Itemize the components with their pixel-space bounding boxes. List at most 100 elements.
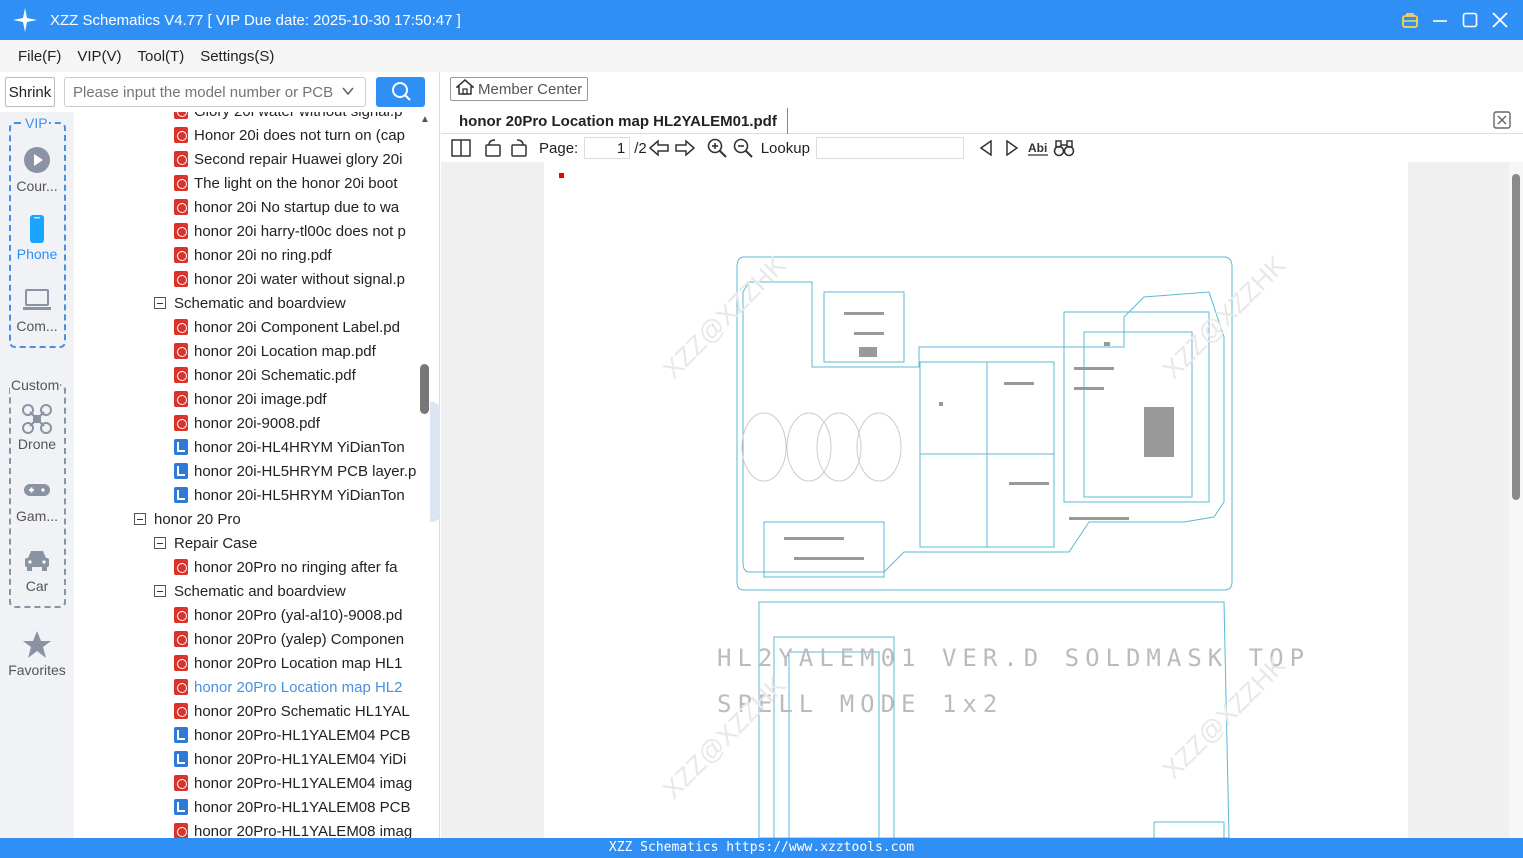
star-icon [0, 630, 74, 658]
pdf-file-icon [174, 343, 188, 359]
collapse-toggle-icon[interactable] [154, 537, 166, 549]
vip-label: VIP [24, 115, 49, 131]
rotate-left-icon[interactable] [481, 136, 505, 160]
tree-item-label: Repair Case [174, 534, 258, 552]
zoom-in-icon[interactable] [705, 136, 729, 160]
tree-folder[interactable]: Repair Case [154, 532, 257, 554]
collapse-toggle-icon[interactable] [134, 513, 146, 525]
tree-file[interactable]: Honor 20i does not turn on (cap [174, 124, 405, 146]
menu-settings[interactable]: Settings(S) [200, 48, 274, 65]
category-computer[interactable]: Com... [0, 286, 74, 334]
tree-file[interactable]: honor 20Pro (yalep) Componen [174, 628, 404, 650]
pdf-file-icon [174, 223, 188, 239]
category-game[interactable]: Gam... [0, 476, 74, 524]
scroll-up-icon[interactable]: ▲ [420, 114, 430, 125]
find-prev-icon[interactable] [974, 136, 998, 160]
page-number-input[interactable]: 1 [584, 137, 631, 159]
tree-file[interactable]: honor 20Pro Location map HL2 [174, 676, 402, 698]
binoculars-icon[interactable] [1052, 136, 1076, 160]
maximize-button[interactable] [1457, 6, 1483, 34]
rotate-right-icon[interactable] [507, 136, 531, 160]
phone-icon [0, 214, 74, 243]
tree-item-label: honor 20Pro-HL1YALEM08 imag [194, 822, 413, 839]
member-center-button[interactable]: Member Center [450, 77, 588, 101]
category-phone[interactable]: Phone [0, 214, 74, 262]
tree-file[interactable]: The light on the honor 20i boot [174, 172, 397, 194]
viewer-scrollbar[interactable] [1509, 162, 1523, 838]
category-drone[interactable]: Drone [0, 404, 74, 452]
tree-file[interactable]: honor 20i-HL4HRYM YiDianTon [174, 436, 405, 458]
prev-page-icon[interactable] [647, 136, 671, 160]
tree-file[interactable]: honor 20i-9008.pdf [174, 412, 320, 434]
tree-item-label: honor 20i-HL4HRYM YiDianTon [194, 438, 405, 456]
tree-file[interactable]: honor 20Pro-HL1YALEM08 PCB [174, 796, 411, 818]
menu-vip[interactable]: VIP(V) [77, 48, 121, 65]
pdf-file-icon [174, 127, 188, 143]
menu-file[interactable]: File(F) [18, 48, 61, 65]
search-button[interactable] [376, 77, 425, 107]
lookup-label: Lookup [760, 139, 810, 157]
search-input[interactable] [73, 83, 335, 101]
tree-item-label: honor 20i-9008.pdf [194, 414, 320, 432]
collapse-toggle-icon[interactable] [154, 297, 166, 309]
tree-file[interactable]: honor 20i Location map.pdf [174, 340, 376, 362]
tree-file[interactable]: honor 20Pro-HL1YALEM04 YiDi [174, 748, 406, 770]
tree-file[interactable]: honor 20i Component Label.pd [174, 316, 400, 338]
next-page-icon[interactable] [673, 136, 697, 160]
svg-text:Abi: Abi [1028, 141, 1047, 155]
pdf-viewer[interactable]: HL2YALEM01 VER.D SOLDMASK TOP SPELL MODE… [441, 162, 1523, 838]
shrink-button[interactable]: Shrink [5, 77, 55, 107]
find-next-icon[interactable] [1000, 136, 1024, 160]
tab-document[interactable]: honor 20Pro Location map HL2YALEM01.pdf [449, 108, 788, 134]
category-column: VIP Cour... Phone Com... Custom Drone Ga… [0, 112, 74, 838]
file-tree: Glory 20i water without signal.p Honor 20… [74, 112, 419, 838]
collapse-toggle-icon[interactable] [154, 585, 166, 597]
tree-scroll-thumb[interactable] [420, 364, 429, 414]
match-case-icon[interactable]: Abi [1026, 136, 1050, 160]
category-courses[interactable]: Cour... [0, 146, 74, 194]
tree-item-label: honor 20i harry-tl00c does not p [194, 222, 406, 240]
boardview-file-icon [174, 487, 188, 503]
tree-file[interactable]: honor 20Pro (yal-al10)-9008.pd [174, 604, 402, 626]
minimize-button[interactable] [1427, 6, 1453, 34]
tree-folder[interactable]: Schematic and boardview [154, 292, 346, 314]
tree-file[interactable]: honor 20Pro Location map HL1 [174, 652, 402, 674]
tree-file[interactable]: honor 20Pro-HL1YALEM04 PCB [174, 724, 411, 746]
tree-file[interactable]: Second repair Huawei glory 20i [174, 148, 402, 170]
lookup-input[interactable] [815, 137, 964, 159]
tree-file[interactable]: honor 20i-HL5HRYM YiDianTon [174, 484, 405, 506]
category-car[interactable]: Car [0, 546, 74, 594]
drone-icon [0, 404, 74, 434]
tree-item-label: honor 20Pro-HL1YALEM04 imag [194, 774, 413, 792]
tree-file[interactable]: honor 20i Schematic.pdf [174, 364, 356, 386]
tree-folder[interactable]: Schematic and boardview [154, 580, 346, 602]
tree-file[interactable]: honor 20Pro Schematic HL1YAL [174, 700, 410, 722]
menu-tool[interactable]: Tool(T) [138, 48, 185, 65]
close-button[interactable] [1487, 6, 1513, 34]
zoom-out-icon[interactable] [731, 136, 755, 160]
tree-item-label: honor 20i-HL5HRYM YiDianTon [194, 486, 405, 504]
tree-file[interactable]: honor 20i harry-tl00c does not p [174, 220, 406, 242]
category-favorites[interactable]: Favorites [0, 630, 74, 678]
chevron-down-icon[interactable] [341, 84, 355, 101]
tree-file[interactable]: honor 20Pro-HL1YALEM08 imag [174, 820, 412, 838]
page-total: /2 [634, 139, 647, 157]
tree-file[interactable]: Glory 20i water without signal.p [174, 112, 402, 122]
member-center-label: Member Center [478, 80, 583, 98]
tree-file[interactable]: honor 20i water without signal.p [174, 268, 405, 290]
tree-file[interactable]: honor 20i no ring.pdf [174, 244, 332, 266]
document-panel: Member Center honor 20Pro Location map H… [441, 72, 1523, 838]
tree-file[interactable]: honor 20Pro no ringing after fa [174, 556, 397, 578]
viewer-scroll-thumb[interactable] [1512, 174, 1520, 500]
tree-file[interactable]: honor 20i No startup due to wa [174, 196, 399, 218]
close-tab-icon[interactable] [1493, 111, 1511, 132]
pdf-file-icon [174, 775, 188, 791]
tree-file[interactable]: honor 20i-HL5HRYM PCB layer.p [174, 460, 416, 482]
sidebar-toggle-icon[interactable] [449, 136, 473, 160]
tree-folder[interactable]: honor 20 Pro [134, 508, 241, 530]
tree-file[interactable]: honor 20Pro-HL1YALEM04 imag [174, 772, 412, 794]
panel-collapse-handle[interactable] [430, 402, 440, 522]
category-courses-label: Cour... [16, 178, 58, 194]
tree-file[interactable]: honor 20i image.pdf [174, 388, 327, 410]
vip-bag-icon[interactable] [1397, 6, 1423, 34]
